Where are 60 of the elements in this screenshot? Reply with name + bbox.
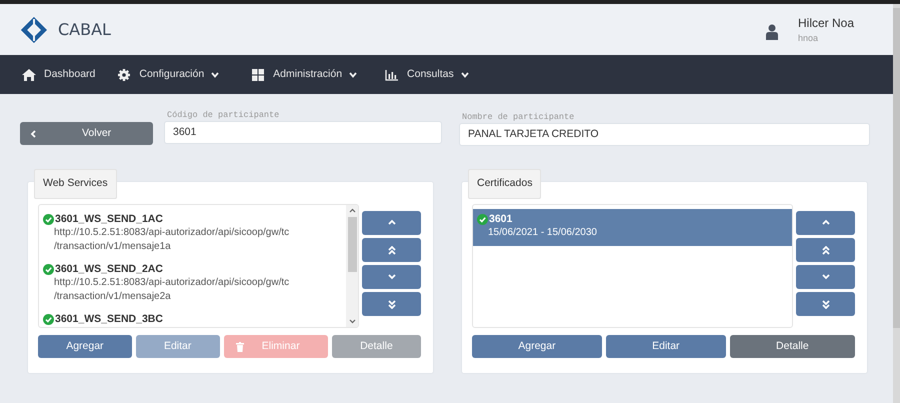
item-name: 3601_WS_SEND_1AC [55, 212, 163, 226]
chevron-down-icon [822, 272, 830, 282]
field-label: Nombre de participante [461, 111, 576, 123]
double-chevron-down-icon [822, 300, 830, 308]
item-name: 3601_WS_SEND_2AC [55, 262, 163, 276]
chevron-up-icon [822, 218, 830, 228]
home-icon [22, 68, 36, 82]
back-button[interactable]: Volver [20, 122, 153, 145]
action-button[interactable]: Editar [606, 335, 726, 358]
check-circle-icon [477, 214, 488, 225]
item-name: 3601_WS_SEND_3BC [55, 312, 163, 327]
user-login: hnoa [798, 32, 820, 45]
settings-icon [117, 68, 132, 82]
item-detail: http://10.5.2.51:8083/api-autorizador/api/sicoop/gw/tc /transaction/v1/mensaje1a [53, 226, 290, 254]
user-name: Hilcer Noa [798, 14, 856, 32]
user-icon [766, 24, 778, 40]
list-scrollbar[interactable] [346, 205, 358, 327]
double-chevron-down-icon [388, 300, 396, 308]
list-item[interactable]: 3601_WS_SEND_1AC http://10.5.2.51:8083/api-autorizador/api/sicoop/gw/tc /transaction/v1/mensaje1a [39, 209, 346, 260]
panel-title: Web Services [34, 169, 117, 199]
item-name: 3601 [489, 212, 512, 226]
action-button: Detalle [332, 335, 421, 358]
field-label: Código de participante [166, 109, 280, 121]
grid-icon [251, 68, 266, 82]
check-circle-icon [43, 214, 54, 225]
brand-name: CABAL [58, 18, 111, 40]
check-circle-icon [43, 264, 54, 275]
nav-item[interactable]: Administración [273, 66, 358, 82]
chevron-down-icon [388, 272, 396, 282]
nav-item[interactable]: Consultas [407, 66, 469, 82]
move-button[interactable] [796, 238, 855, 262]
action-button: Eliminar [224, 335, 328, 358]
check-circle-icon [43, 314, 54, 325]
action-button[interactable]: Agregar [38, 335, 132, 358]
scroll-down-icon [348, 319, 356, 324]
chevron-up-icon [388, 218, 396, 228]
logo-icon [20, 16, 48, 44]
trash-icon [236, 342, 244, 352]
move-button[interactable] [362, 292, 421, 316]
panel-title: Certificados [468, 169, 542, 199]
item-detail: http://10.5.2.51:8083/api-autorizador/api/sicoop/gw/tc /transaction/v1/mensaje2a [53, 276, 290, 304]
chevron-left-icon [30, 130, 36, 138]
nav-item[interactable]: Configuración [139, 66, 220, 82]
action-button: Editar [136, 335, 220, 358]
nav-item[interactable]: Dashboard [44, 66, 96, 82]
action-button[interactable]: Agregar [472, 335, 602, 358]
input-field[interactable]: PANAL TARJETA CREDITO [459, 123, 870, 146]
list-item[interactable]: 3601_WS_SEND_2AC http://10.5.2.51:8083/api-autorizador/api/sicoop/gw/tc /transaction/v1/mensaje2a [39, 259, 346, 310]
page-scrollbar[interactable] [893, 4, 900, 403]
double-chevron-up-icon [822, 246, 830, 254]
scroll-up-icon [348, 208, 356, 213]
item-detail: 15/06/2021 - 15/06/2030 [487, 226, 598, 240]
move-button[interactable] [796, 292, 855, 316]
list-item[interactable]: 3601_WS_SEND_3BC [39, 309, 346, 327]
input-field[interactable]: 3601 [164, 121, 442, 144]
move-button[interactable] [362, 238, 421, 262]
bar-chart-icon [385, 68, 400, 82]
double-chevron-up-icon [388, 246, 396, 254]
list-item[interactable]: 3601 15/06/2021 - 15/06/2030 [473, 209, 792, 246]
action-button[interactable]: Detalle [730, 335, 855, 358]
